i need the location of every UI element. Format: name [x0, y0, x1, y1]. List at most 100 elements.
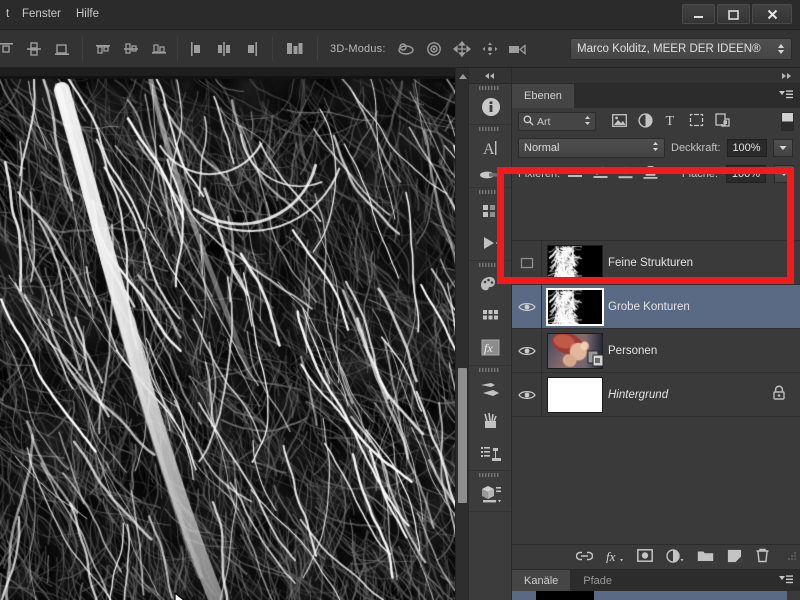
layer-visibility-toggle[interactable] — [512, 328, 542, 373]
table-row[interactable]: Personen — [512, 328, 800, 373]
panel-expand-button[interactable] — [512, 68, 800, 84]
styles-grid-icon[interactable] — [469, 300, 512, 332]
filter-shape-icon[interactable] — [689, 113, 704, 130]
distribute-right-icon[interactable] — [239, 36, 265, 62]
clone-source-icon[interactable] — [469, 437, 512, 469]
fill-input[interactable]: 100% — [726, 165, 766, 183]
opacity-input[interactable]: 100% — [726, 139, 767, 157]
table-row[interactable]: Feine Strukturen — [512, 240, 800, 285]
dock-collapse-button[interactable] — [469, 68, 511, 84]
filter-adjustment-icon[interactable] — [638, 112, 653, 131]
new-layer-button[interactable] — [727, 549, 742, 566]
align-vertical-center-icon[interactable] — [21, 36, 47, 62]
lock-label: Fixieren: — [518, 168, 561, 180]
scroll-up-arrow-icon[interactable] — [459, 74, 467, 79]
layer-thumbnail[interactable] — [546, 287, 604, 326]
align-vertical-centers-icon[interactable] — [118, 36, 144, 62]
fx-styles-icon[interactable]: fx — [469, 332, 512, 364]
layer-style-button[interactable]: fx — [606, 549, 624, 566]
slide-3d-icon[interactable] — [477, 36, 503, 62]
brushes-panel-icon[interactable] — [469, 405, 512, 437]
drag-3d-icon[interactable] — [449, 36, 475, 62]
menu-item-0[interactable]: t — [6, 8, 9, 20]
layer-visibility-toggle[interactable] — [512, 372, 542, 417]
channel-row-preview[interactable] — [512, 591, 800, 600]
filter-enable-toggle[interactable] — [781, 112, 794, 131]
align-bottom-edges-icon[interactable] — [146, 36, 172, 62]
fill-slider-button[interactable] — [774, 165, 794, 183]
layer-visibility-toggle[interactable] — [512, 240, 542, 285]
layer-name[interactable]: Hintergrund — [608, 389, 772, 401]
layers-bottom-toolbar: fx — [512, 544, 800, 569]
blend-mode-select[interactable]: Normal — [518, 138, 665, 158]
dock-grip[interactable] — [469, 125, 511, 132]
character-panel-icon[interactable]: A — [469, 132, 512, 164]
layer-thumbnail-cell[interactable] — [542, 244, 608, 281]
table-row[interactable]: Grobe Konturen — [512, 284, 800, 329]
dock-grip[interactable] — [469, 84, 511, 91]
layer-thumbnail-cell[interactable] — [542, 287, 608, 326]
3d-panel-icon[interactable] — [469, 478, 512, 510]
dock-grip[interactable] — [469, 261, 511, 268]
tab-kanaele[interactable]: Kanäle — [512, 570, 572, 591]
chevron-updown-icon[interactable] — [777, 43, 785, 55]
layer-name[interactable]: Feine Strukturen — [608, 257, 800, 269]
distribute-left-icon[interactable] — [183, 36, 209, 62]
canvas-vertical-scrollbar[interactable] — [455, 68, 468, 600]
add-layer-mask-button[interactable] — [637, 549, 653, 565]
menu-item-hilfe[interactable]: Hilfe — [76, 8, 99, 20]
panel-menu-icon[interactable] — [778, 574, 794, 589]
auto-align-layers-icon[interactable] — [280, 36, 310, 62]
lock-image-pixels-icon[interactable] — [593, 166, 608, 182]
lock-all-icon[interactable] — [643, 165, 658, 182]
timeline-panel-icon[interactable] — [469, 195, 512, 227]
color-swatches-icon[interactable] — [469, 268, 512, 300]
layer-filter-kind-select[interactable]: Art — [518, 112, 596, 131]
rotate-3d-icon[interactable] — [393, 36, 419, 62]
lock-transparent-pixels-icon[interactable] — [568, 166, 583, 182]
close-button[interactable] — [752, 4, 792, 24]
channels-scrollbar[interactable] — [787, 591, 800, 600]
align-top-icon[interactable] — [0, 36, 19, 62]
layer-name[interactable]: Grobe Konturen — [608, 301, 800, 313]
opacity-slider-button[interactable] — [772, 139, 793, 157]
preset-picker[interactable]: Marco Kolditz, MEER DER IDEEN® — [570, 38, 792, 60]
dock-grip[interactable] — [469, 188, 511, 195]
roll-3d-icon[interactable] — [421, 36, 447, 62]
info-panel-icon[interactable] — [469, 91, 512, 123]
tab-ebenen[interactable]: Ebenen — [512, 84, 575, 108]
animation-panel-icon[interactable] — [469, 227, 512, 259]
dock-grip[interactable] — [469, 471, 511, 478]
distribute-horizontal-center-icon[interactable] — [211, 36, 237, 62]
align-bottom-icon[interactable] — [49, 36, 75, 62]
tab-pfade[interactable]: Pfade — [571, 570, 626, 591]
layer-thumbnail[interactable] — [547, 244, 603, 281]
filter-smartobject-icon[interactable] — [715, 112, 730, 131]
minimize-button[interactable] — [682, 4, 715, 24]
align-top-edges-icon[interactable] — [90, 36, 116, 62]
layer-visibility-toggle[interactable] — [512, 284, 542, 329]
lock-position-icon[interactable] — [618, 166, 633, 182]
layer-thumbnail-cell[interactable] — [542, 376, 608, 413]
dock-grip[interactable] — [469, 366, 511, 373]
menu-item-fenster[interactable]: Fenster — [22, 8, 61, 20]
delete-layer-button[interactable] — [755, 548, 770, 566]
new-group-button[interactable] — [697, 549, 714, 565]
chevron-updown-icon[interactable] — [584, 115, 591, 129]
maximize-button[interactable] — [717, 4, 750, 24]
layer-name[interactable]: Personen — [608, 345, 800, 357]
panel-menu-icon[interactable] — [778, 89, 794, 104]
new-adjustment-layer-button[interactable] — [666, 548, 684, 566]
scale-3d-camera-icon[interactable] — [505, 36, 531, 62]
panel-resize-grip[interactable] — [785, 551, 797, 566]
tool-presets-icon[interactable] — [469, 373, 512, 405]
scrollbar-thumb[interactable] — [458, 368, 467, 503]
document-canvas[interactable] — [0, 68, 468, 600]
filter-pixel-icon[interactable] — [612, 113, 627, 130]
link-layers-button[interactable] — [575, 550, 594, 565]
chevron-updown-icon[interactable] — [652, 141, 659, 155]
layer-thumbnail-cell[interactable] — [542, 332, 608, 369]
brush-preset-icon[interactable] — [469, 164, 512, 186]
table-row[interactable]: Hintergrund — [512, 372, 800, 417]
layer-thumbnail[interactable] — [547, 376, 603, 413]
